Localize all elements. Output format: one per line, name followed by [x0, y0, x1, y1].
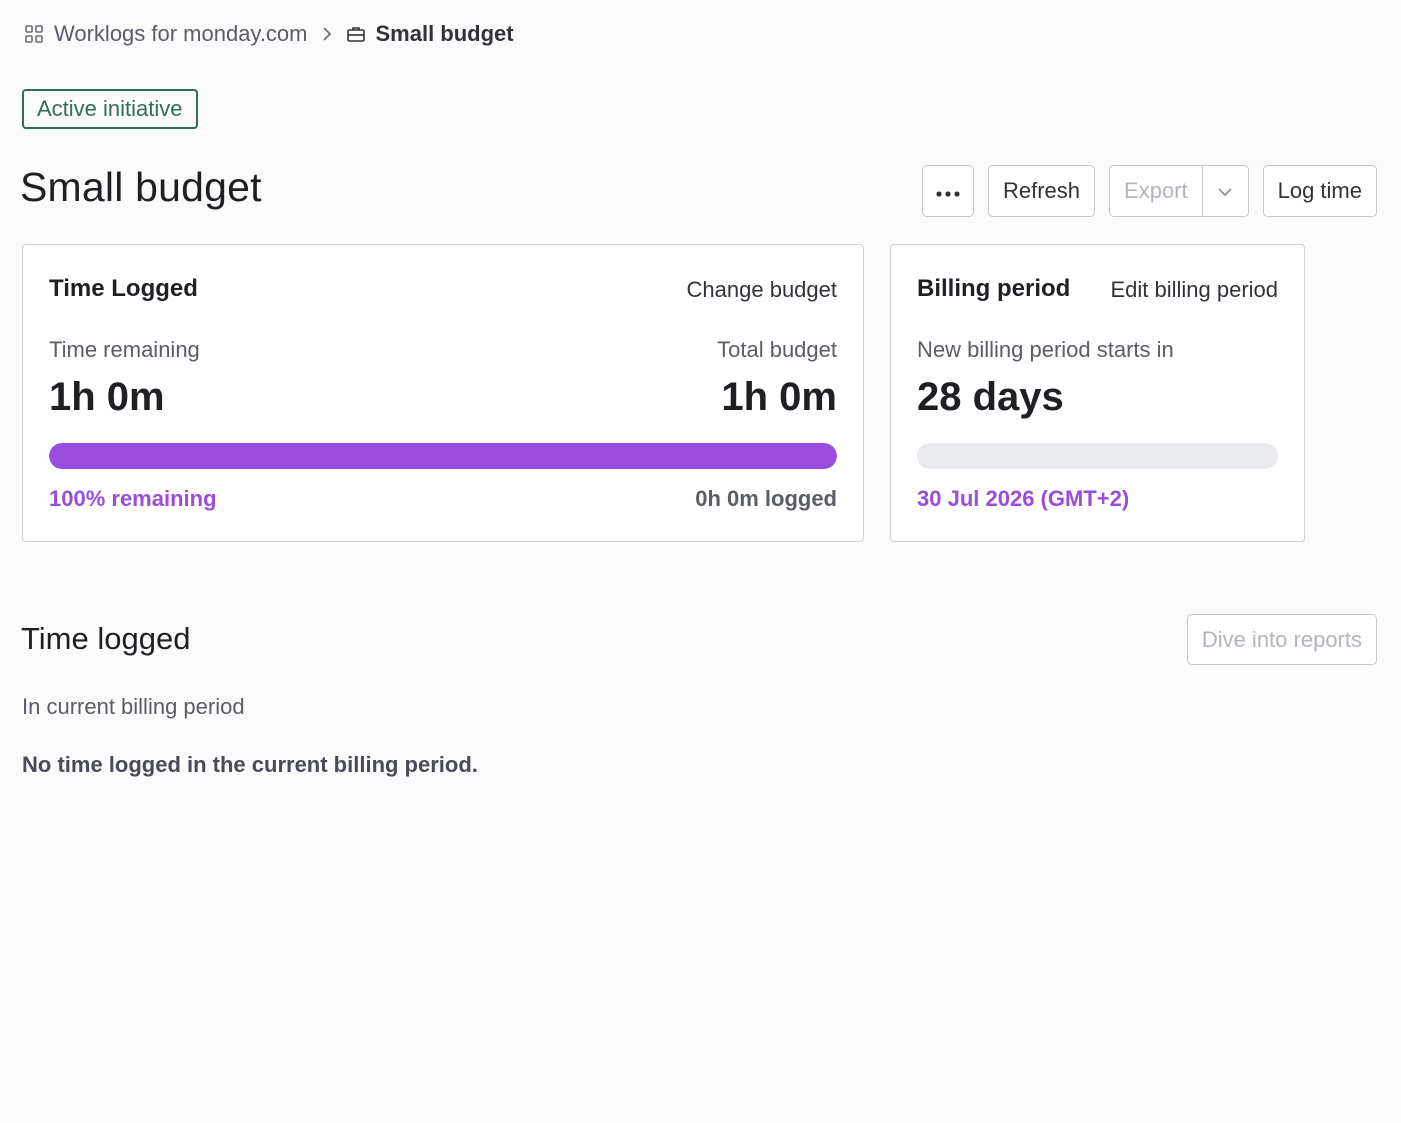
billing-period-card: Billing period Edit billing period New b…: [890, 244, 1305, 542]
dive-into-reports-button[interactable]: Dive into reports: [1186, 614, 1377, 665]
apps-grid-icon: [24, 24, 44, 44]
breadcrumb-item-current[interactable]: Small budget: [346, 21, 514, 47]
time-logged-value: 0h 0m logged: [695, 486, 837, 511]
time-remaining-value: 1h 0m: [49, 375, 165, 419]
chevron-right-icon: [320, 24, 334, 44]
time-logged-section-title: Time logged: [21, 621, 191, 656]
breadcrumb-item-app[interactable]: Worklogs for monday.com: [24, 21, 308, 47]
more-horizontal-icon: [935, 178, 961, 204]
breadcrumb: Worklogs for monday.com Small budget: [24, 18, 514, 50]
more-options-button[interactable]: [921, 165, 974, 217]
total-budget-value: 1h 0m: [721, 375, 837, 419]
billing-period-date: 30 Jul 2026 (GMT+2): [917, 486, 1130, 511]
toolbar: Refresh Export Log time: [921, 165, 1377, 217]
budget-progress-fill: [49, 443, 837, 469]
billing-days-value: 28 days: [917, 375, 1064, 419]
time-remaining-label: Time remaining: [49, 337, 200, 362]
status-badge: Active initiative: [22, 89, 198, 129]
breadcrumb-current-label: Small budget: [375, 21, 514, 46]
export-button[interactable]: Export: [1110, 166, 1202, 216]
briefcase-icon: [346, 24, 366, 44]
export-dropdown-button[interactable]: [1201, 166, 1248, 216]
total-budget-label: Total budget: [717, 337, 837, 362]
page-title: Small budget: [20, 164, 262, 210]
billing-progress-bar: [917, 443, 1278, 469]
breadcrumb-app-label: Worklogs for monday.com: [54, 21, 308, 46]
export-split-button: Export: [1109, 165, 1249, 217]
time-logged-card: Time Logged Change budget Time remaining…: [22, 244, 864, 542]
page: Worklogs for monday.com Small budget Act…: [0, 0, 1401, 1123]
empty-state-message: No time logged in the current billing pe…: [22, 752, 478, 777]
time-card-title: Time Logged: [49, 275, 198, 302]
billing-card-title: Billing period: [917, 275, 1071, 302]
log-time-button[interactable]: Log time: [1262, 165, 1377, 217]
chevron-down-icon: [1216, 178, 1234, 204]
budget-progress-bar: [49, 443, 837, 469]
billing-starts-label: New billing period starts in: [917, 337, 1174, 362]
refresh-button[interactable]: Refresh: [987, 165, 1096, 217]
edit-billing-period-link[interactable]: Edit billing period: [1110, 277, 1278, 303]
percent-remaining: 100% remaining: [49, 486, 217, 511]
time-logged-subtitle: In current billing period: [22, 694, 245, 719]
change-budget-link[interactable]: Change budget: [687, 277, 837, 303]
